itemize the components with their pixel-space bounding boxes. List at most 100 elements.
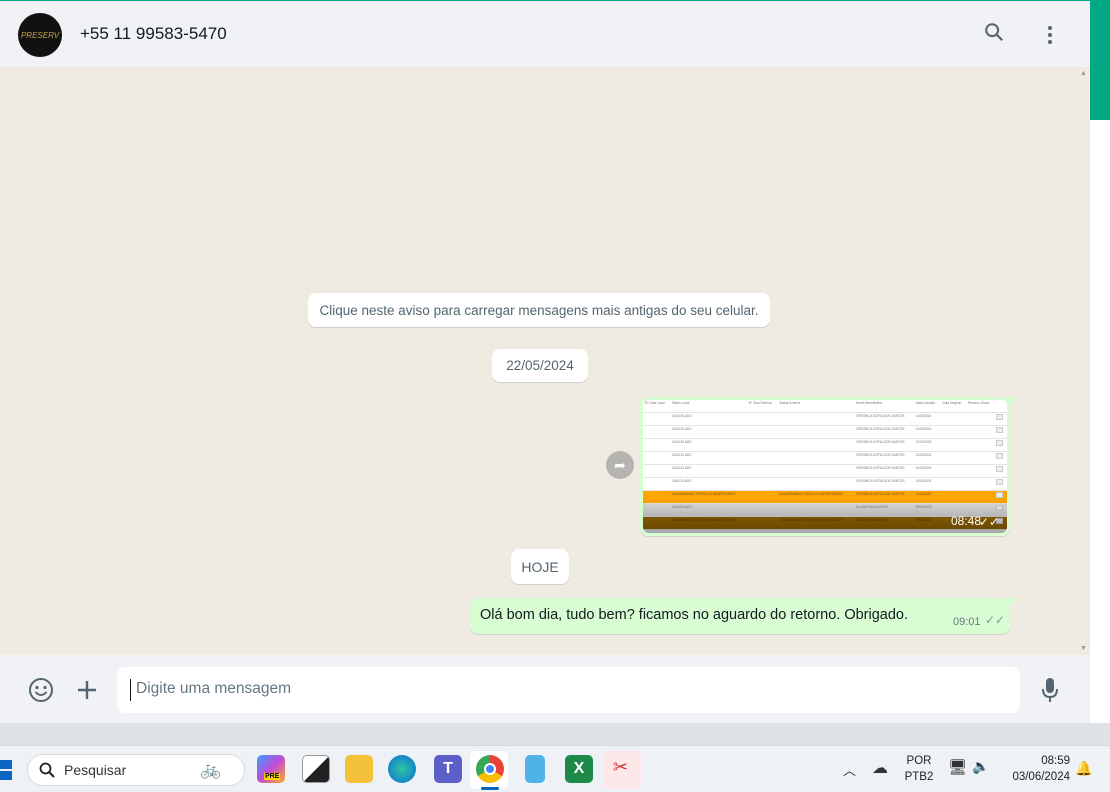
thumbnail-cell xyxy=(746,412,778,426)
notepad-icon[interactable] xyxy=(525,755,545,783)
thumbnail-row: CANCELADO VERONICA SOFIA DOS SANTOS 11/03/… xyxy=(643,477,1007,491)
search-placeholder: Pesquisar xyxy=(64,762,127,778)
thumbnail-cell xyxy=(746,438,778,452)
message-list[interactable]: Clique neste aviso para carregar mensage… xyxy=(0,67,1090,655)
thumbnail-cell: CANCELADO xyxy=(669,464,747,478)
thumbnail-cell xyxy=(746,451,778,465)
thumbnail-cell xyxy=(940,451,966,465)
copilot-icon[interactable]: PRE xyxy=(257,755,285,783)
contact-name[interactable]: +55 11 99583-5470 xyxy=(80,24,227,44)
excel-icon[interactable]: X xyxy=(565,755,593,783)
chat-scroll-down-arrow[interactable]: ▼ xyxy=(1080,645,1087,652)
thumbnail-cell xyxy=(746,425,778,439)
message-text: Olá bom dia, tudo bem? ficamos no aguard… xyxy=(480,607,909,623)
read-ticks-icon: ✓✓ xyxy=(985,613,1006,627)
magnifier-icon xyxy=(996,491,1004,498)
teams-icon[interactable]: T xyxy=(434,755,462,783)
thumbnail-cell: CANCELADO xyxy=(669,477,747,491)
taskbar: Pesquisar 🚲 PRE T X ✂ ︿ ☁ POR PTB2 🖥 🔈 08… xyxy=(0,745,1110,792)
bubble-tail xyxy=(1008,397,1018,407)
outgoing-message[interactable]: Olá bom dia, tudo bem? ficamos no aguard… xyxy=(470,598,1018,634)
thumbnail-cell xyxy=(643,451,670,465)
thumbnail-cell xyxy=(643,464,670,478)
text-caret xyxy=(130,679,131,701)
scrollbar-thumb[interactable] xyxy=(1090,0,1110,120)
cloud-offline-icon[interactable]: ☁ xyxy=(872,758,888,778)
network-icon[interactable]: 🖥 xyxy=(948,758,967,776)
chrome-icon[interactable] xyxy=(476,755,504,783)
chat-scroll-up-arrow[interactable]: ▲ xyxy=(1080,70,1087,77)
emoji-icon[interactable] xyxy=(28,677,54,708)
file-explorer-icon[interactable] xyxy=(345,755,373,783)
search-icon[interactable] xyxy=(983,21,1005,49)
th: Status Local xyxy=(669,400,747,413)
windows-start-icon[interactable] xyxy=(0,760,12,785)
language-code: POR xyxy=(906,755,932,767)
language-indicator[interactable]: POR PTB2 xyxy=(900,753,938,785)
plus-icon[interactable] xyxy=(76,679,98,706)
thumbnail-cell xyxy=(777,438,855,452)
task-view-icon[interactable] xyxy=(302,755,330,783)
th: Nome Beneficiário xyxy=(854,400,914,413)
thumbnail-cell xyxy=(965,412,995,426)
message-time: 09:01 xyxy=(953,616,981,628)
copilot-badge: PRE xyxy=(264,773,281,780)
thumbnail-cell: 11/03/2024 xyxy=(913,464,941,478)
thumbnail-cell xyxy=(777,464,855,478)
contact-avatar[interactable]: PRESERV xyxy=(18,13,62,57)
composer-bar: Digite uma mensagem xyxy=(0,655,1090,723)
thumbnail-cell xyxy=(965,464,995,478)
th: Data Inclusão xyxy=(913,400,941,413)
thumbnail-cell xyxy=(746,477,778,491)
forward-icon[interactable]: ➦ xyxy=(606,451,634,479)
thumbnail-cell xyxy=(777,412,855,426)
keyboard-layout: PTB2 xyxy=(904,771,934,783)
thumbnail-row: CANCELADO VERONICA SOFIA DOS SANTOS 11/03/… xyxy=(643,438,1007,452)
kebab-menu-icon[interactable] xyxy=(1047,25,1053,50)
thumbnail-cell: CANCELADO xyxy=(669,412,747,426)
thumbnail-cell xyxy=(643,477,670,491)
thumbnail-cell: VERONICA SOFIA DOS SANTOS xyxy=(854,477,914,491)
image-message[interactable]: Nº Guia Local Status Local Nº Guia Externa… xyxy=(640,397,1018,536)
thumbnail-cell: 11/03/2024 xyxy=(913,412,941,426)
input-placeholder: Digite uma mensagem xyxy=(136,680,292,697)
date-separator: 22/05/2024 xyxy=(492,349,588,382)
chevron-up-icon[interactable]: ︿ xyxy=(843,760,856,779)
thumbnail-cell: CANCELADO xyxy=(669,451,747,465)
bicycle-icon: 🚲 xyxy=(200,760,222,779)
thumbnail-row: CANCELADO VERONICA SOFIA DOS SANTOS 11/03/… xyxy=(643,451,1007,465)
th: Nº Guia Local xyxy=(643,400,670,413)
magnifier-icon xyxy=(996,478,1004,485)
read-ticks-icon: ✓✓ xyxy=(978,515,999,529)
th: Guia Original xyxy=(940,400,966,413)
search-icon xyxy=(39,762,55,781)
microphone-icon[interactable] xyxy=(1041,677,1059,708)
thumbnail-cell: VERONICA SOFIA DOS SANTOS xyxy=(854,412,914,426)
magnifier-icon xyxy=(996,426,1004,433)
edge-icon[interactable] xyxy=(388,755,416,783)
thumbnail-cell xyxy=(940,412,966,426)
thumbnail-cell: VERONICA SOFIA DOS SANTOS xyxy=(854,451,914,465)
thumbnail-cell: VERONICA SOFIA DOS SANTOS xyxy=(854,464,914,478)
notification-bell-icon[interactable]: 🔔 xyxy=(1075,760,1092,777)
thumbnail-cell: 11/03/2024 xyxy=(913,425,941,439)
image-thumbnail[interactable]: Nº Guia Local Status Local Nº Guia Externa… xyxy=(643,400,1007,533)
message-input[interactable]: Digite uma mensagem xyxy=(117,667,1020,713)
thumbnail-cell xyxy=(643,425,670,439)
thumbnail-cell: CANCELADO xyxy=(669,438,747,452)
th: Nº Guia Externa xyxy=(746,400,778,413)
volume-icon[interactable]: 🔈 xyxy=(972,758,989,775)
thumbnail-cell: VERONICA SOFIA DOS SANTOS xyxy=(854,425,914,439)
load-older-messages-notice[interactable]: Clique neste aviso para carregar mensage… xyxy=(308,293,770,327)
thumbnail-cell xyxy=(777,425,855,439)
thumbnail-row: CANCELADO VERONICA SOFIA DOS SANTOS 11/03/… xyxy=(643,425,1007,439)
thumbnail-row: CANCELADO VERONICA SOFIA DOS SANTOS 11/03/… xyxy=(643,412,1007,426)
thumbnail-cell: VERONICA SOFIA DOS SANTOS xyxy=(854,438,914,452)
snipping-tool-icon[interactable]: ✂ xyxy=(603,751,641,789)
thumbnail-cell xyxy=(965,425,995,439)
chat-header: PRESERV +55 11 99583-5470 xyxy=(0,0,1090,67)
magnifier-icon xyxy=(996,413,1004,420)
taskbar-search[interactable]: Pesquisar 🚲 xyxy=(27,754,245,786)
thumbnail-cell xyxy=(940,425,966,439)
clock[interactable]: 08:59 03/06/2024 xyxy=(1002,753,1070,785)
